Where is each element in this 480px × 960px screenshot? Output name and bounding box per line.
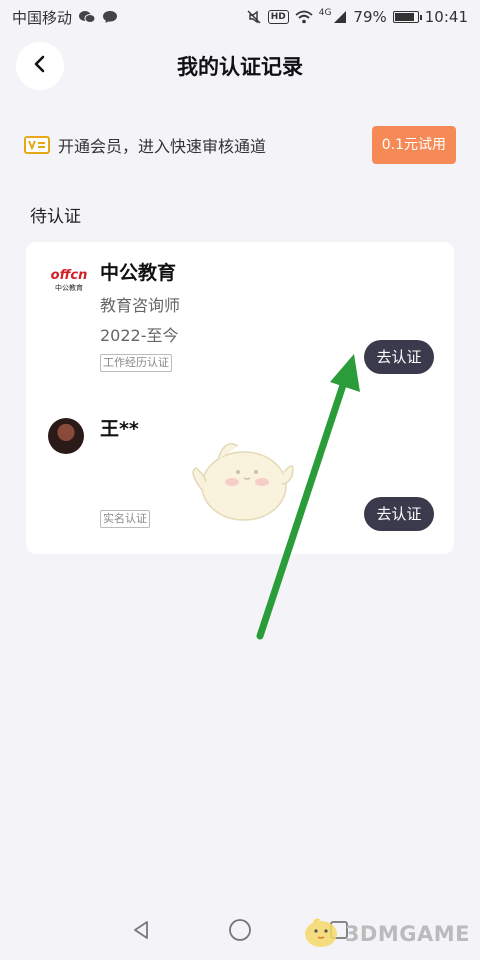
- section-title-pending: 待认证: [30, 207, 81, 227]
- vip-icon: [24, 136, 50, 154]
- chevron-left-icon: [33, 55, 47, 77]
- trial-button[interactable]: 0.1元试用: [371, 126, 456, 164]
- watermark-mascot-icon: [301, 914, 341, 954]
- battery-icon: [392, 11, 422, 23]
- logo-wordmark: offcn: [50, 268, 88, 283]
- watermark-text: 3DMGAME: [344, 922, 470, 946]
- work-period: 2022-至今: [100, 326, 179, 345]
- carrier-name: 中国移动: [12, 8, 73, 27]
- back-button[interactable]: [16, 42, 64, 90]
- avatar: [48, 418, 84, 454]
- wechat-icon: [78, 10, 96, 24]
- nav-back-icon[interactable]: [130, 919, 152, 941]
- company-name: 中公教育: [100, 262, 177, 284]
- status-bar: 中国移动 HD 4G 79% 10:41: [0, 0, 480, 34]
- annotation-arrow-icon: [250, 350, 370, 654]
- work-history-tag: 工作经历认证: [100, 354, 172, 372]
- status-right: HD 4G 79% 10:41: [246, 8, 468, 26]
- page-header: 我的认证记录: [0, 36, 480, 96]
- verify-work-button[interactable]: 去认证: [364, 340, 434, 374]
- user-name: 王**: [100, 418, 139, 440]
- signal-icon: [333, 10, 347, 24]
- verify-identity-button[interactable]: 去认证: [364, 497, 434, 531]
- job-position: 教育咨询师: [100, 296, 181, 315]
- wifi-icon: [295, 10, 313, 24]
- member-banner[interactable]: 开通会员，进入快速审核通道 0.1元试用: [24, 124, 456, 166]
- logo-caption: 中公教育: [55, 284, 83, 292]
- page-title: 我的认证记录: [177, 55, 303, 79]
- member-promo-text: 开通会员，进入快速审核通道: [58, 137, 267, 156]
- company-logo: offcn 中公教育: [48, 266, 90, 296]
- network-type: 4G: [318, 8, 332, 18]
- message-icon: [102, 10, 118, 24]
- nav-home-icon[interactable]: [228, 918, 252, 942]
- mute-icon: [246, 9, 262, 25]
- site-watermark: 3DMGAME: [301, 914, 470, 954]
- clock: 10:41: [424, 8, 468, 26]
- status-left: 中国移动: [12, 7, 118, 28]
- hd-badge: HD: [267, 10, 289, 24]
- real-name-tag: 实名认证: [100, 510, 150, 528]
- battery-percent: 79%: [353, 8, 387, 26]
- battery-fill: [394, 13, 414, 21]
